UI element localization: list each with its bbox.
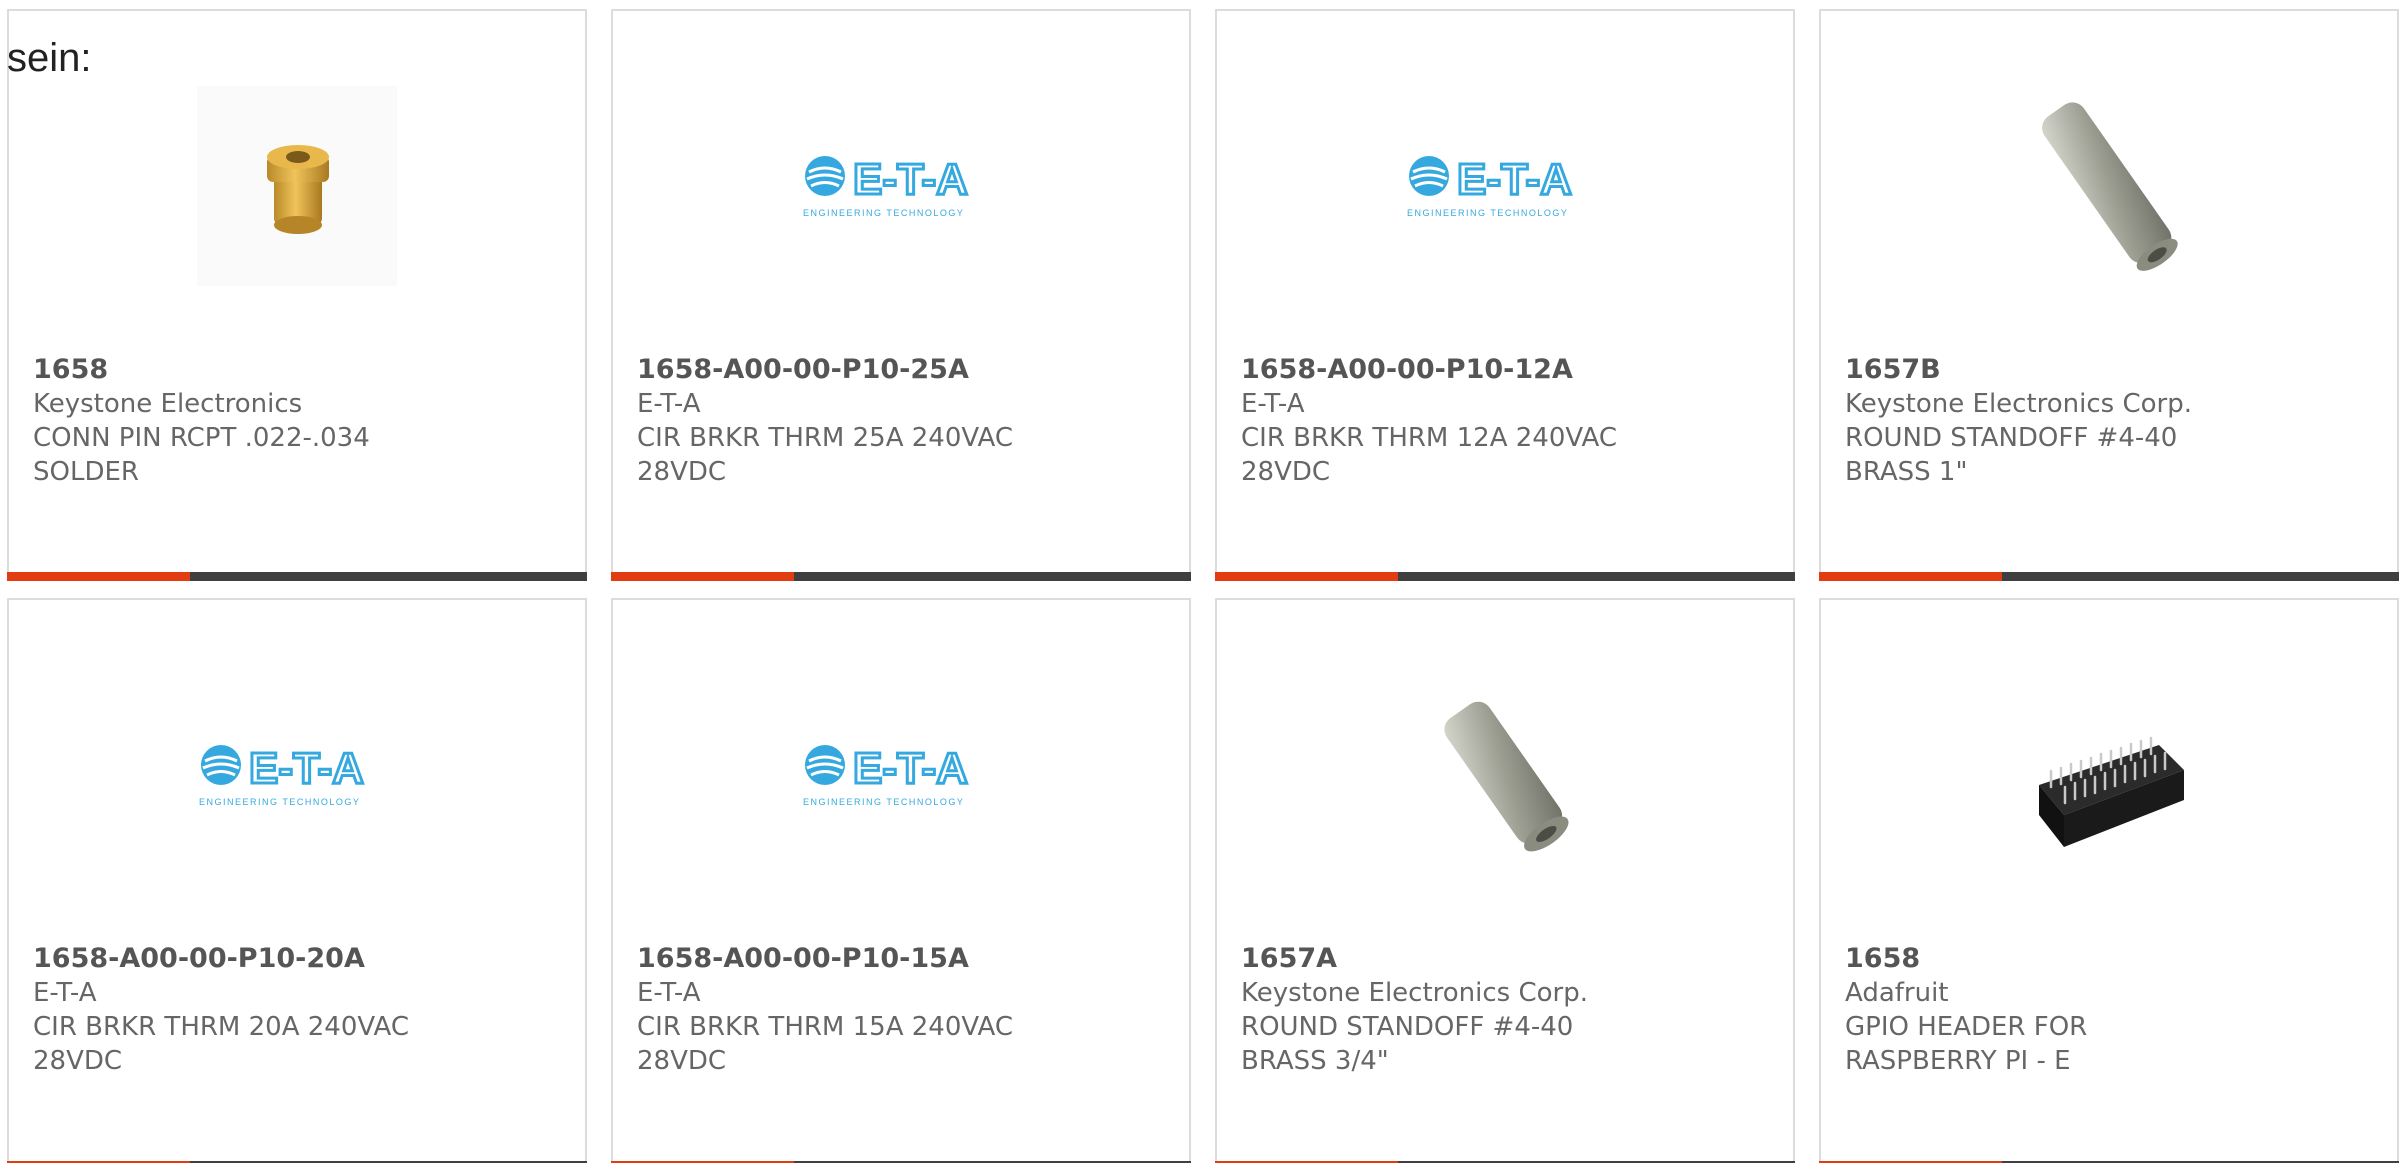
product-image[interactable]: E-T-A ENGINEERING TECHNOLOGY xyxy=(613,670,1189,880)
brass-pin-receptacle-image xyxy=(197,86,397,286)
product-info: 1657B Keystone Electronics Corp. ROUND S… xyxy=(1845,353,2373,489)
manufacturer: Adafruit xyxy=(1845,978,1949,1008)
product-image[interactable] xyxy=(9,81,585,291)
product-card[interactable]: 1657A Keystone Electronics Corp. ROUND S… xyxy=(1215,598,1795,1163)
part-number[interactable]: 1658-A00-00-P10-25A xyxy=(637,353,1165,387)
round-standoff-long-image xyxy=(2042,102,2178,271)
eta-logo-icon: E-T-A ENGINEERING TECHNOLOGY xyxy=(803,154,969,219)
product-image[interactable] xyxy=(1821,81,2397,291)
card-accent-bar xyxy=(7,572,587,581)
part-number[interactable]: 1657B xyxy=(1845,353,2373,387)
manufacturer: E-T-A xyxy=(33,978,97,1008)
product-image[interactable]: E-T-A ENGINEERING TECHNOLOGY xyxy=(613,81,1189,291)
part-number[interactable]: 1658-A00-00-P10-20A xyxy=(33,942,561,976)
product-info: 1658 Adafruit GPIO HEADER FOR RASPBERRY … xyxy=(1845,942,2373,1078)
manufacturer: E-T-A xyxy=(1241,389,1305,419)
product-card[interactable]: E-T-A ENGINEERING TECHNOLOGY 1658-A00-00… xyxy=(611,9,1191,581)
part-number[interactable]: 1658 xyxy=(1845,942,2373,976)
svg-text:ENGINEERING TECHNOLOGY: ENGINEERING TECHNOLOGY xyxy=(199,797,360,807)
product-description: CONN PIN RCPT .022-.034 SOLDER xyxy=(33,423,370,487)
product-card[interactable]: E-T-A ENGINEERING TECHNOLOGY 1658-A00-00… xyxy=(7,598,587,1163)
product-info: 1658 Keystone Electronics CONN PIN RCPT … xyxy=(33,353,561,489)
product-info: 1657A Keystone Electronics Corp. ROUND S… xyxy=(1241,942,1769,1078)
product-description: CIR BRKR THRM 25A 240VAC 28VDC xyxy=(637,423,1013,487)
svg-text:E-T-A: E-T-A xyxy=(853,744,968,793)
manufacturer: Keystone Electronics xyxy=(33,389,303,419)
accent-segment xyxy=(1819,572,2002,581)
product-image[interactable]: E-T-A ENGINEERING TECHNOLOGY xyxy=(9,670,585,880)
svg-text:ENGINEERING TECHNOLOGY: ENGINEERING TECHNOLOGY xyxy=(1407,208,1568,218)
accent-segment xyxy=(1215,572,1398,581)
svg-text:ENGINEERING TECHNOLOGY: ENGINEERING TECHNOLOGY xyxy=(803,208,964,218)
eta-logo-icon: E-T-A ENGINEERING TECHNOLOGY xyxy=(803,743,969,808)
round-standoff-short-image xyxy=(1444,701,1569,852)
product-info: 1658-A00-00-P10-15A E-T-A CIR BRKR THRM … xyxy=(637,942,1165,1078)
gpio-header-image xyxy=(2039,736,2184,847)
svg-text:E-T-A: E-T-A xyxy=(249,744,364,793)
product-description: CIR BRKR THRM 15A 240VAC 28VDC xyxy=(637,1012,1013,1076)
product-info: 1658-A00-00-P10-25A E-T-A CIR BRKR THRM … xyxy=(637,353,1165,489)
manufacturer: Keystone Electronics Corp. xyxy=(1241,978,1589,1008)
eta-logo-icon: E-T-A ENGINEERING TECHNOLOGY xyxy=(1407,154,1573,219)
page: sein: 1658 Keystone Electronics CONN PIN… xyxy=(0,0,2400,1163)
part-number[interactable]: 1658 xyxy=(33,353,561,387)
product-description: ROUND STANDOFF #4-40 BRASS 3/4" xyxy=(1241,1012,1574,1076)
part-number[interactable]: 1657A xyxy=(1241,942,1769,976)
product-card[interactable]: 1657B Keystone Electronics Corp. ROUND S… xyxy=(1819,9,2399,581)
product-card[interactable]: E-T-A ENGINEERING TECHNOLOGY 1658-A00-00… xyxy=(611,598,1191,1163)
product-card[interactable]: 1658 Adafruit GPIO HEADER FOR RASPBERRY … xyxy=(1819,598,2399,1163)
card-accent-bar xyxy=(1819,572,2399,581)
product-card[interactable]: 1658 Keystone Electronics CONN PIN RCPT … xyxy=(7,9,587,581)
svg-text:E-T-A: E-T-A xyxy=(853,155,968,204)
manufacturer: E-T-A xyxy=(637,389,701,419)
product-image[interactable] xyxy=(1217,670,1793,880)
part-number[interactable]: 1658-A00-00-P10-15A xyxy=(637,942,1165,976)
accent-segment xyxy=(611,572,794,581)
card-accent-bar xyxy=(611,572,1191,581)
manufacturer: Keystone Electronics Corp. xyxy=(1845,389,2193,419)
lead-text: sein: xyxy=(7,36,92,80)
product-description: ROUND STANDOFF #4-40 BRASS 1" xyxy=(1845,423,2178,487)
product-info: 1658-A00-00-P10-20A E-T-A CIR BRKR THRM … xyxy=(33,942,561,1078)
product-image[interactable]: E-T-A ENGINEERING TECHNOLOGY xyxy=(1217,81,1793,291)
svg-text:ENGINEERING TECHNOLOGY: ENGINEERING TECHNOLOGY xyxy=(803,797,964,807)
card-accent-bar xyxy=(1215,572,1795,581)
manufacturer: E-T-A xyxy=(637,978,701,1008)
part-number[interactable]: 1658-A00-00-P10-12A xyxy=(1241,353,1769,387)
accent-segment xyxy=(7,572,190,581)
eta-logo-icon: E-T-A ENGINEERING TECHNOLOGY xyxy=(199,743,365,808)
svg-text:E-T-A: E-T-A xyxy=(1457,155,1572,204)
product-description: GPIO HEADER FOR RASPBERRY PI - E xyxy=(1845,1012,2088,1076)
product-grid: 1658 Keystone Electronics CONN PIN RCPT … xyxy=(7,9,2399,1163)
product-card[interactable]: E-T-A ENGINEERING TECHNOLOGY 1658-A00-00… xyxy=(1215,9,1795,581)
product-description: CIR BRKR THRM 12A 240VAC 28VDC xyxy=(1241,423,1617,487)
product-info: 1658-A00-00-P10-12A E-T-A CIR BRKR THRM … xyxy=(1241,353,1769,489)
product-image[interactable] xyxy=(1821,670,2397,880)
product-description: CIR BRKR THRM 20A 240VAC 28VDC xyxy=(33,1012,409,1076)
